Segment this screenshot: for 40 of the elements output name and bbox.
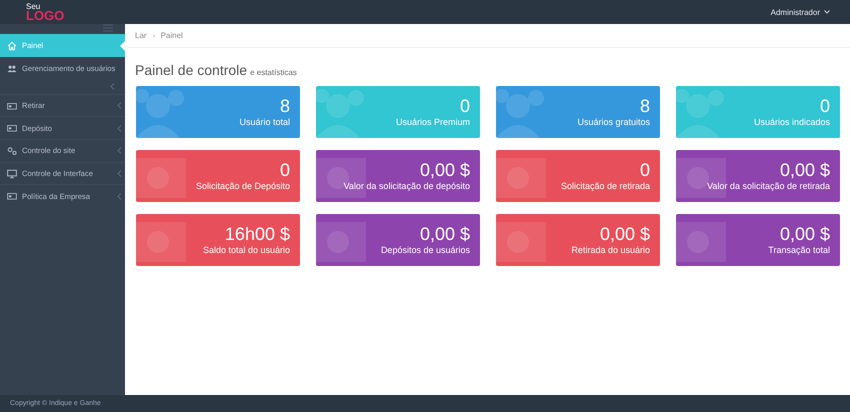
user-menu[interactable]: Administrador <box>764 6 836 18</box>
gear-icon <box>7 146 17 156</box>
logo-small-text: Seu <box>26 2 40 10</box>
breadcrumb-link[interactable]: Painel <box>160 31 183 40</box>
stat-label: Valor da solicitação de depósito <box>344 180 470 191</box>
stat-value: 16h00 $ <box>224 225 290 245</box>
card-icon <box>7 123 17 134</box>
stat-label: Solicitação de Depósito <box>196 180 290 191</box>
page-title: Painel de controle <box>135 62 248 78</box>
stat-value: 8 <box>280 97 290 117</box>
stat-label: Retirada do usuário <box>571 244 650 255</box>
stat-label: Saldo total do usuário <box>202 244 290 255</box>
home-icon <box>7 40 17 51</box>
stat-label: Usuário total <box>239 116 290 127</box>
stat-label: Transação total <box>768 244 830 255</box>
stat-value: 0,00 $ <box>420 161 470 181</box>
stat-value: 0 <box>820 97 830 117</box>
stat-label: Usuários gratuitos <box>577 116 650 127</box>
stat-value: 8 <box>640 97 650 117</box>
breadcrumb-link[interactable]: Lar <box>135 31 147 40</box>
stat-value: 0 <box>640 161 650 181</box>
stat-value: 0,00 $ <box>780 161 830 181</box>
stat-label: Usuários indicados <box>754 116 830 127</box>
menu-icon[interactable] <box>103 24 113 32</box>
users-icon <box>7 64 17 74</box>
card-icon <box>7 100 17 111</box>
stat-value: 0,00 $ <box>600 225 650 245</box>
card-icon <box>7 191 17 202</box>
stat-value: 0 <box>460 97 470 117</box>
logo-text: LOGO <box>26 8 64 22</box>
stat-value: 0,00 $ <box>420 225 470 245</box>
stat-value: 0 <box>280 161 290 181</box>
stat-value: 0,00 $ <box>780 225 830 245</box>
page-subtitle: e estatísticas <box>250 68 297 77</box>
stat-label: Usuários Premium <box>396 116 470 127</box>
monitor-icon <box>7 168 17 179</box>
stat-label: Valor da solicitação de retirada <box>707 180 830 191</box>
stat-label: Solicitação de retirada <box>560 180 650 191</box>
caret-icon <box>824 10 830 14</box>
stat-label: Depósitos de usuários <box>380 244 470 255</box>
